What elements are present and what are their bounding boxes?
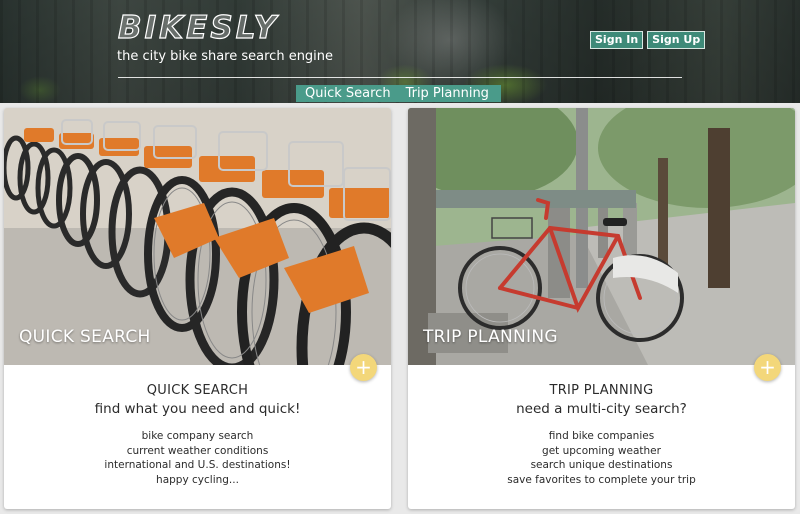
trip-planning-body: TRIP PLANNING need a multi-city search? …	[408, 365, 795, 487]
quick-search-feature-list: bike company search current weather cond…	[4, 429, 391, 487]
list-item: happy cycling...	[156, 473, 239, 486]
quick-search-image-title: QUICK SEARCH	[19, 327, 151, 347]
sign-in-button[interactable]: Sign In	[590, 31, 644, 49]
quick-search-body: QUICK SEARCH find what you need and quic…	[4, 365, 391, 487]
nav-quick-search[interactable]: Quick Search	[296, 85, 397, 102]
list-item: search unique destinations	[530, 459, 673, 471]
hero-header: BIKESLY the city bike share search engin…	[0, 0, 800, 103]
trip-planning-heading: TRIP PLANNING	[549, 383, 654, 398]
list-item: get upcoming weather	[542, 444, 661, 457]
trip-planning-image[interactable]: TRIP PLANNING	[408, 108, 795, 365]
nav-trip-planning[interactable]: Trip Planning	[397, 85, 495, 102]
sign-up-button[interactable]: Sign Up	[647, 31, 706, 49]
auth-buttons: Sign In Sign Up	[590, 31, 706, 49]
list-item: save favorites to complete your trip	[507, 473, 696, 486]
quick-search-subheading: find what you need and quick!	[94, 401, 301, 417]
quick-search-card: QUICK SEARCH + QUICK SEARCH find what yo…	[4, 108, 391, 509]
list-item: international and U.S. destinations!	[104, 459, 291, 471]
quick-search-heading: QUICK SEARCH	[146, 383, 249, 398]
list-item: bike company search	[141, 430, 254, 442]
header-divider	[118, 77, 682, 78]
trip-planning-card: TRIP PLANNING + TRIP PLANNING need a mul…	[408, 108, 795, 509]
tagline: the city bike share search engine	[117, 49, 334, 64]
trip-planning-subheading: need a multi-city search?	[516, 401, 687, 417]
trip-planning-image-title: TRIP PLANNING	[423, 327, 558, 347]
main-nav: Quick Search Trip Planning	[296, 85, 501, 102]
brand-logo[interactable]: BIKESLY	[117, 9, 279, 46]
quick-search-image[interactable]: QUICK SEARCH	[4, 108, 391, 365]
list-item: current weather conditions	[126, 444, 269, 457]
trip-planning-feature-list: find bike companies get upcoming weather…	[408, 429, 795, 487]
list-item: find bike companies	[548, 430, 655, 442]
